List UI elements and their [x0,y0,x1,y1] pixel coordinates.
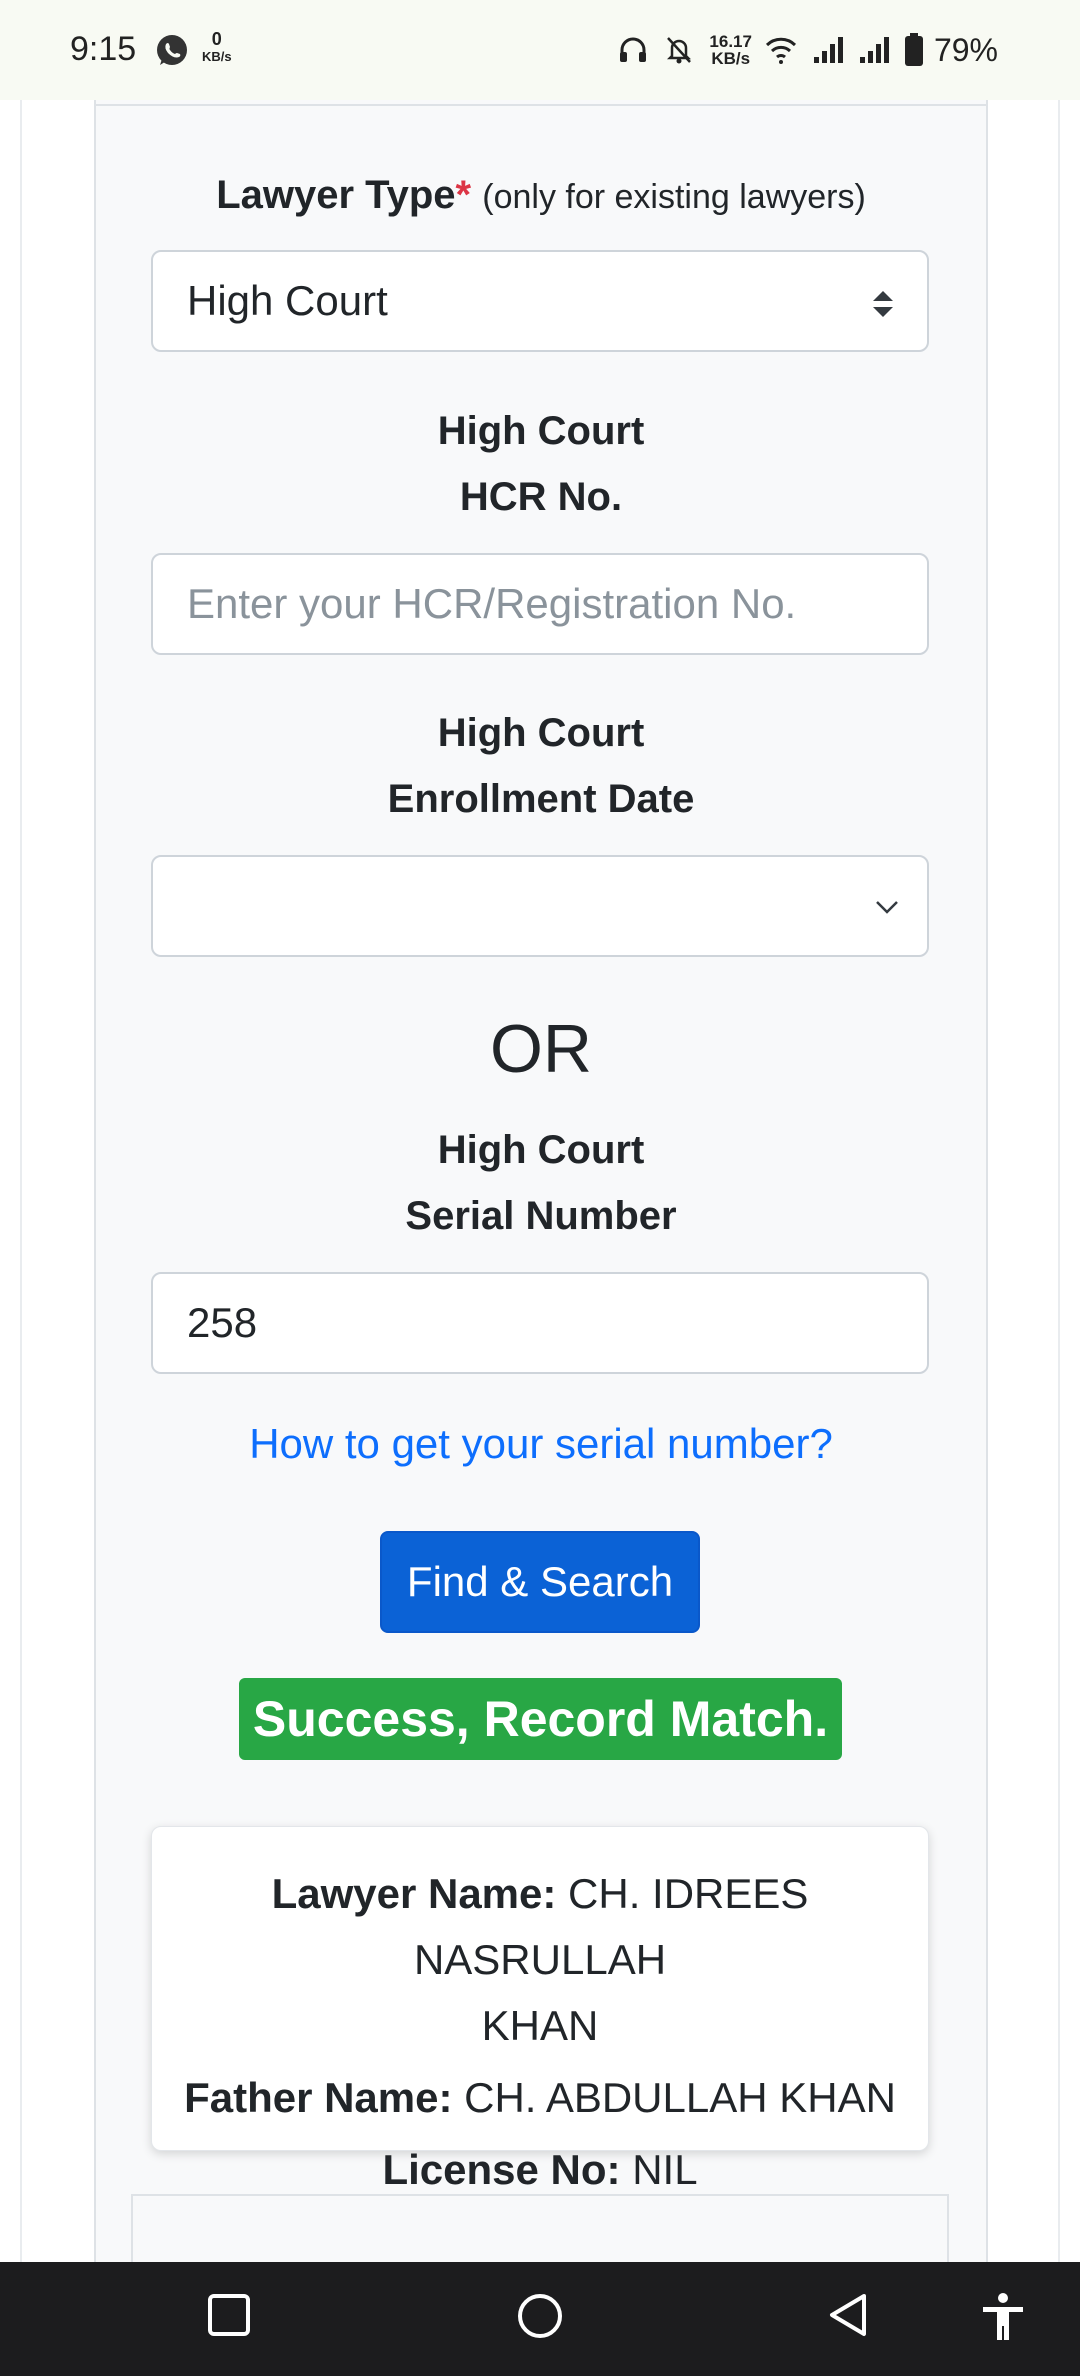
father-name-label: Father Name: [184,2074,453,2121]
enrollment-date-select[interactable] [151,855,929,957]
wifi-icon [765,37,797,64]
hcr-input-placeholder: Enter your HCR/Registration No. [187,580,797,627]
enroll-label-line2: Enrollment Date [387,777,695,821]
serial-label-line1: High Court [437,1128,645,1172]
battery-icon [904,33,923,66]
hcr-label-line1: High Court [437,409,645,453]
serial-label-line2: Serial Number [405,1194,677,1238]
headphones-icon [620,37,647,62]
result-card: Lawyer Name: CH. IDREES NASRULLAH KHAN F… [151,1826,929,2193]
net-speed-indicator-right: 16.17 KB/s [709,32,752,68]
lawyer-type-hint: (only for existing lawyers) [482,178,866,216]
mute-bell-icon [667,37,692,64]
battery-percent: 79% [933,31,998,68]
serial-number-input[interactable]: 258 [151,1272,929,1374]
accessibility-icon[interactable] [980,2292,1026,2342]
or-divider-text: OR [490,1011,592,1087]
enroll-label-line1: High Court [437,711,645,755]
lawyer-name-label: Lawyer Name: [271,1870,557,1917]
recent-apps-icon[interactable] [206,2292,252,2338]
father-name-value: CH. ABDULLAH KHAN [464,2074,896,2121]
status-bar: 9:15 0 KB/s 16.17 KB/s 79% [0,0,1080,100]
serial-number-value: 258 [187,1299,258,1346]
success-badge: Success, Record Match. [239,1678,842,1760]
license-label: License No: [382,2146,621,2193]
hcr-input[interactable]: Enter your HCR/Registration No. [151,553,929,655]
back-icon[interactable] [826,2292,872,2338]
father-name-row: Father Name: CH. ABDULLAH KHAN [152,2065,928,2131]
home-icon[interactable] [516,2292,564,2340]
license-value: NIL [632,2146,698,2193]
clock: 9:15 [70,30,137,68]
lawyer-type-selected-value: High Court [187,277,388,324]
signal-icon-2 [859,37,889,63]
lawyer-name-value-line2: KHAN [481,2002,599,2049]
net-speed-indicator: 0 KB/s [202,29,232,64]
lawyer-type-select[interactable]: High Court [151,250,929,352]
lawyer-name-row: Lawyer Name: CH. IDREES NASRULLAH [152,1861,928,1993]
whatsapp-icon [157,35,187,65]
signal-icon [813,37,843,63]
lawyer-type-label: Lawyer Type* (only for existing lawyers) [216,173,866,217]
find-search-button[interactable]: Find & Search [380,1531,700,1633]
navigation-bar [0,2262,1080,2376]
chevron-down-icon [876,901,898,914]
hcr-label-line2: HCR No. [459,475,623,519]
sort-arrows-icon [873,291,893,317]
serial-help-link[interactable]: How to get your serial number? [94,1420,988,1468]
required-mark: * [455,173,472,217]
card-divider [94,104,988,106]
